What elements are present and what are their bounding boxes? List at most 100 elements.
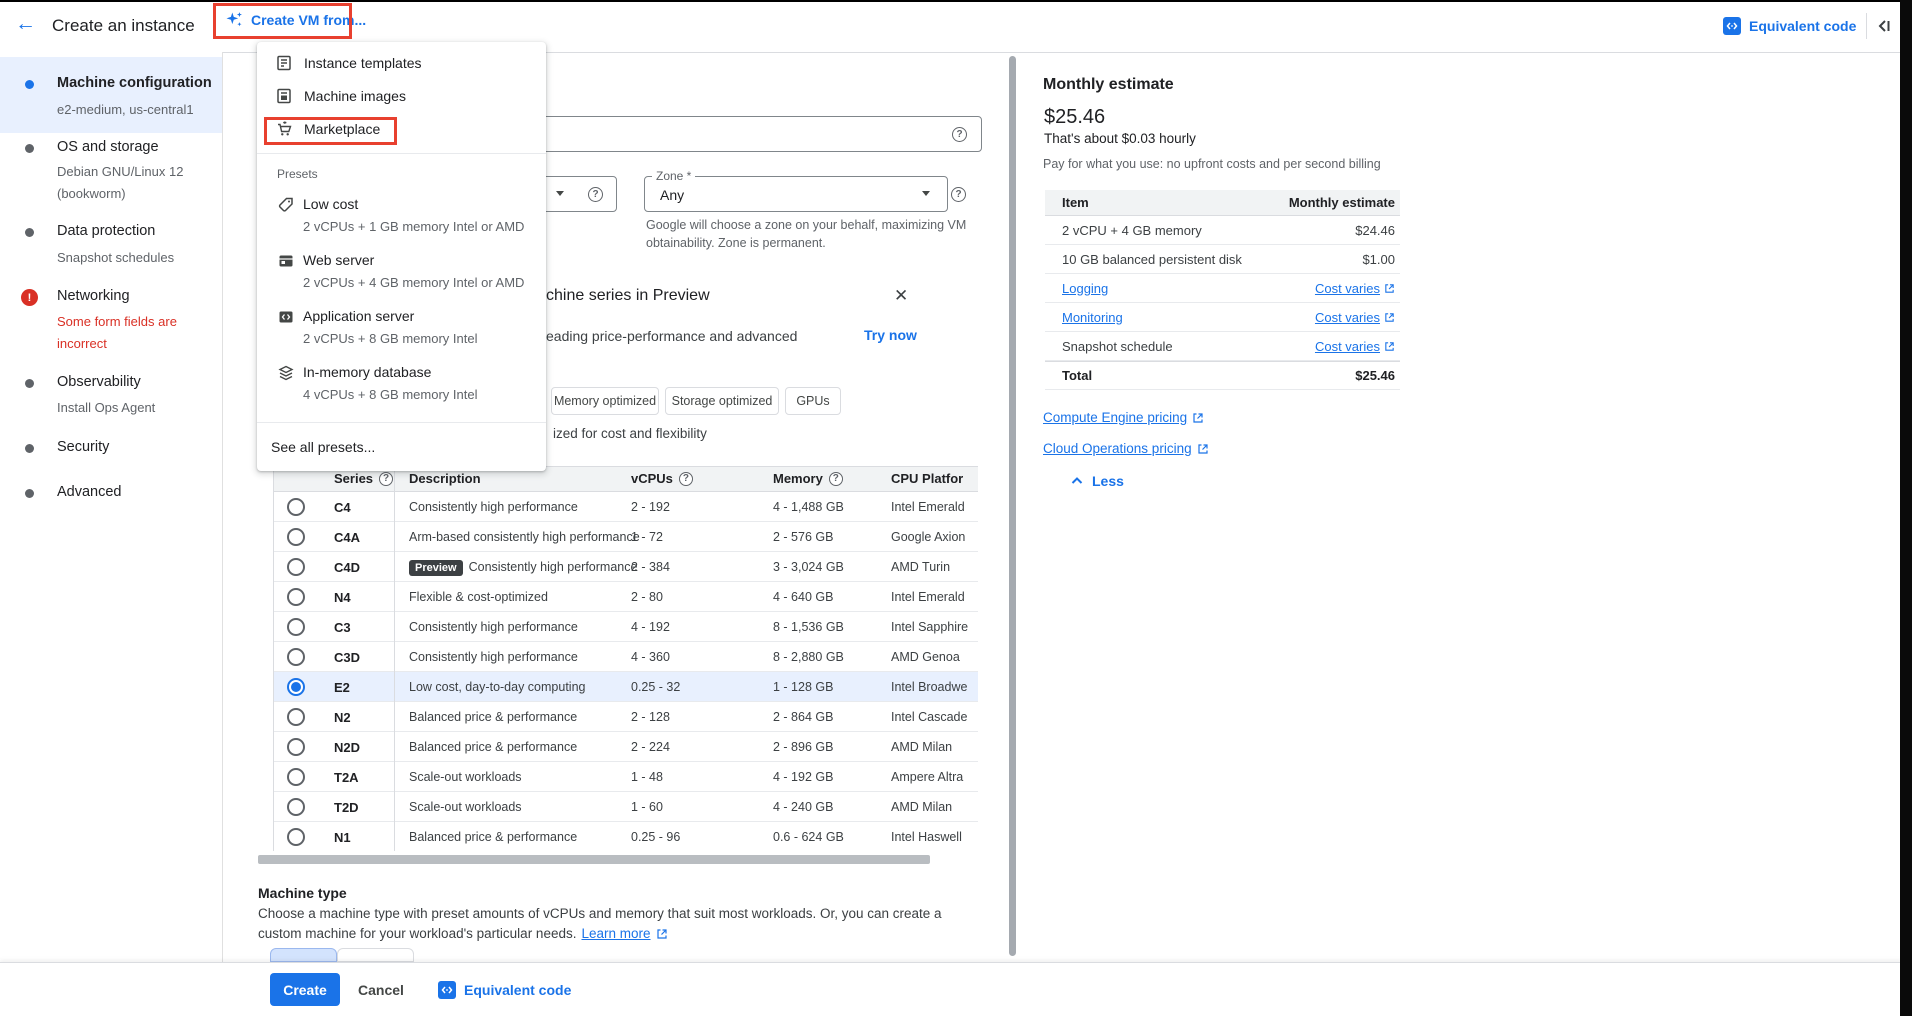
try-now-link[interactable]: Try now (864, 327, 917, 343)
table-row[interactable]: C4AArm-based consistently high performan… (274, 522, 978, 552)
table-row[interactable]: E2Low cost, day-to-day computing0.25 - 3… (274, 672, 978, 702)
machine-type-tab-custom[interactable] (337, 948, 414, 962)
table-row[interactable]: C4DPreviewConsistently high performance2… (274, 552, 978, 582)
series-radio[interactable] (287, 738, 305, 756)
region-caret-icon[interactable] (556, 191, 564, 196)
table-row[interactable]: T2AScale-out workloads1 - 484 - 192 GBAm… (274, 762, 978, 792)
menu-item-see-all-presets[interactable]: See all presets... (271, 439, 375, 455)
external-link-icon (1384, 341, 1395, 352)
table-row[interactable]: N2DBalanced price & performance2 - 2242 … (274, 732, 978, 762)
cancel-button[interactable]: Cancel (358, 973, 404, 1006)
learn-more-link[interactable]: Learn more (581, 926, 650, 941)
series-cell: E2 (334, 680, 350, 695)
table-row[interactable]: C3Consistently high performance4 - 1928 … (274, 612, 978, 642)
menu-item-marketplace[interactable]: Marketplace (257, 112, 546, 145)
less-toggle[interactable]: Less (1070, 473, 1124, 489)
machine-type-tab-preset[interactable] (270, 948, 337, 962)
series-help-icon[interactable]: ? (379, 472, 393, 486)
table-row[interactable]: C3DConsistently high performance4 - 3608… (274, 642, 978, 672)
estimate-value-link[interactable]: Cost varies (1315, 281, 1395, 296)
description-text: Low cost, day-to-day computing (409, 680, 585, 694)
menu-item-label: Instance templates (304, 55, 422, 71)
back-arrow-icon[interactable]: ← (15, 12, 36, 36)
memory-help-icon[interactable]: ? (829, 472, 843, 486)
menu-item-label: Marketplace (304, 121, 380, 137)
table-horizontal-scrollbar[interactable] (258, 855, 930, 864)
equivalent-code-button-top[interactable]: Equivalent code (1723, 17, 1856, 35)
step-dot-icon (25, 489, 34, 498)
estimate-value-text[interactable]: Cost varies (1315, 339, 1380, 354)
series-radio[interactable] (287, 618, 305, 636)
vcpus-help-icon[interactable]: ? (679, 472, 693, 486)
chevron-up-icon (1070, 474, 1084, 488)
series-radio[interactable] (287, 558, 305, 576)
menu-preset-low-cost[interactable]: Low cost2 vCPUs + 1 GB memory Intel or A… (257, 190, 546, 242)
collapse-panel-icon[interactable] (1874, 16, 1894, 36)
description-cell: Balanced price & performance (409, 710, 577, 724)
vcpus-cell: 2 - 384 (631, 560, 670, 574)
code-icon (438, 981, 456, 999)
estimate-value: $25.46 (1355, 368, 1395, 383)
menu-item-instance-templates[interactable]: Instance templates (257, 46, 546, 79)
tab-gpus[interactable]: GPUs (785, 387, 841, 415)
estimate-value-link[interactable]: Cost varies (1315, 310, 1395, 325)
header-divider (1866, 13, 1867, 39)
create-button[interactable]: Create (270, 973, 340, 1006)
vcpus-cell: 4 - 360 (631, 650, 670, 664)
col-header-description: Description (409, 471, 481, 486)
description-cell: Low cost, day-to-day computing (409, 680, 585, 694)
series-radio[interactable] (287, 648, 305, 666)
table-row[interactable]: N2Balanced price & performance2 - 1282 -… (274, 702, 978, 732)
series-cell: T2A (334, 770, 359, 785)
series-radio[interactable] (287, 588, 305, 606)
estimate-value-link[interactable]: Cost varies (1315, 339, 1395, 354)
series-radio[interactable] (287, 768, 305, 786)
cloud-operations-pricing-link[interactable]: Cloud Operations pricing (1043, 441, 1209, 456)
menu-preset-web-server[interactable]: Web server2 vCPUs + 4 GB memory Intel or… (257, 246, 546, 298)
series-radio[interactable] (287, 708, 305, 726)
series-radio[interactable] (287, 498, 305, 516)
menu-item-machine-images[interactable]: Machine images (257, 79, 546, 112)
memory-cell: 4 - 640 GB (773, 590, 833, 604)
zone-help-icon[interactable]: ? (951, 187, 966, 202)
series-radio[interactable] (287, 528, 305, 546)
series-radio[interactable] (287, 678, 305, 696)
menu-preset-in-memory-database[interactable]: In-memory database4 vCPUs + 8 GB memory … (257, 358, 546, 410)
equivalent-code-button-footer[interactable]: Equivalent code (438, 973, 571, 1006)
tab-storage-optimized[interactable]: Storage optimized (665, 387, 779, 415)
menu-preset-application-server[interactable]: Application server2 vCPUs + 8 GB memory … (257, 302, 546, 354)
table-row[interactable]: C4Consistently high performance2 - 1924 … (274, 492, 978, 522)
region-help-icon[interactable]: ? (588, 187, 603, 202)
estimate-item-link[interactable]: Monitoring (1062, 310, 1123, 325)
description-text: Consistently high performance (409, 500, 578, 514)
create-vm-from-button[interactable]: Create VM from... (224, 10, 366, 30)
description-text: Flexible & cost-optimized (409, 590, 548, 604)
tab-memory-optimized[interactable]: Memory optimized (551, 387, 659, 415)
series-cell: N2D (334, 740, 360, 755)
memory-cell: 4 - 240 GB (773, 800, 833, 814)
sidebar-item-label: Machine configuration (57, 75, 212, 91)
estimate-row: Monitoring Cost varies (1045, 303, 1400, 332)
series-cell: C4D (334, 560, 360, 575)
estimate-value-text[interactable]: Cost varies (1315, 310, 1380, 325)
estimate-value-text[interactable]: Cost varies (1315, 281, 1380, 296)
col-header-memory: Memory? (773, 471, 843, 486)
name-help-icon[interactable]: ? (952, 127, 967, 142)
zone-caret-icon[interactable] (922, 191, 930, 196)
table-row[interactable]: N4Flexible & cost-optimized2 - 804 - 640… (274, 582, 978, 612)
table-row[interactable]: T2DScale-out workloads1 - 604 - 240 GBAM… (274, 792, 978, 822)
web-server-icon (277, 252, 295, 270)
estimate-header-value: Monthly estimate (1289, 195, 1395, 210)
cpu-platform-cell: Google Axion (891, 530, 965, 544)
compute-engine-pricing-link[interactable]: Compute Engine pricing (1043, 410, 1204, 425)
series-radio[interactable] (287, 798, 305, 816)
memory-cell: 2 - 864 GB (773, 710, 833, 724)
estimate-item-link[interactable]: Logging (1062, 281, 1108, 296)
banner-close-icon[interactable]: ✕ (894, 286, 908, 306)
estimate-row: 2 vCPU + 4 GB memory$24.46 (1045, 216, 1400, 245)
description-text: Consistently high performance (409, 650, 578, 664)
series-radio[interactable] (287, 828, 305, 846)
main-vertical-scrollbar[interactable] (1009, 56, 1016, 956)
table-row[interactable]: N1Balanced price & performance0.25 - 960… (274, 822, 978, 851)
memory-cell: 1 - 128 GB (773, 680, 833, 694)
